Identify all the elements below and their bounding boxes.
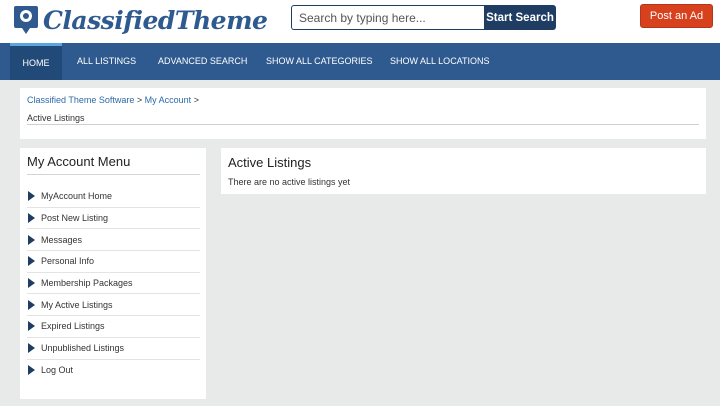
nav-item-advanced-search[interactable]: Advanced Search	[158, 43, 247, 80]
sidebar-item-personal-info[interactable]: Personal Info	[27, 251, 200, 273]
page-title: Active Listings	[228, 155, 312, 170]
sidebar-item-label: Unpublished Listings	[41, 343, 125, 354]
account-menu-sidebar: My Account Menu MyAccount Home Post New …	[20, 148, 206, 399]
triangle-right-icon	[28, 213, 35, 224]
nav-item-show-all-locations[interactable]: Show All Locations	[390, 43, 490, 80]
sidebar-item-label: Expired Listings	[41, 321, 105, 332]
breadcrumb: Classified Theme Software > My Account >…	[20, 88, 706, 139]
sidebar-item-label: Post New Listing	[41, 213, 109, 224]
sidebar-item-unpublished-listings[interactable]: Unpublished Listings	[27, 338, 200, 360]
sidebar-item-log-out[interactable]: Log Out	[27, 360, 200, 382]
triangle-right-icon	[28, 299, 35, 310]
sidebar-item-expired-listings[interactable]: Expired Listings	[27, 316, 200, 338]
sidebar-item-label: MyAccount Home	[41, 191, 113, 202]
breadcrumb-current: Active Listings	[27, 113, 85, 123]
breadcrumb-separator: >	[191, 95, 199, 105]
sidebar-item-label: My Active Listings	[41, 299, 113, 310]
breadcrumb-trail: Classified Theme Software > My Account >	[27, 95, 199, 105]
search-input[interactable]	[291, 5, 484, 30]
divider	[27, 124, 699, 125]
account-menu-list: MyAccount Home Post New Listing Messages…	[27, 186, 200, 381]
triangle-right-icon	[28, 343, 35, 354]
divider	[27, 174, 200, 175]
map-pin-icon	[12, 5, 40, 35]
site-logo[interactable]: ClassifiedTheme	[12, 4, 268, 36]
sidebar-item-membership-packages[interactable]: Membership Packages	[27, 273, 200, 295]
sidebar-item-label: Log Out	[41, 365, 74, 376]
breadcrumb-link-my-account[interactable]: My Account	[145, 95, 192, 105]
breadcrumb-link-home[interactable]: Classified Theme Software	[27, 95, 134, 105]
active-listings-panel: Active Listings There are no active list…	[221, 148, 706, 194]
triangle-right-icon	[28, 321, 35, 332]
sidebar-item-messages[interactable]: Messages	[27, 229, 200, 252]
sidebar-title: My Account Menu	[27, 154, 131, 169]
site-header: ClassifiedTheme Start Search Post an Ad	[0, 0, 720, 43]
logo-text: ClassifiedTheme	[43, 5, 268, 35]
sidebar-item-my-active-listings[interactable]: My Active Listings	[27, 294, 200, 317]
sidebar-item-label: Membership Packages	[41, 278, 133, 289]
triangle-right-icon	[28, 256, 35, 267]
post-an-ad-button[interactable]: Post an Ad	[640, 4, 713, 28]
nav-item-all-listings[interactable]: All Listings	[77, 43, 136, 80]
breadcrumb-separator: >	[134, 95, 145, 105]
main-nav: Home All Listings Advanced Search Show A…	[0, 43, 720, 80]
empty-state-message: There are no active listings yet	[228, 177, 351, 187]
nav-item-home[interactable]: Home	[10, 43, 62, 80]
nav-item-show-all-categories[interactable]: Show All Categories	[266, 43, 373, 80]
triangle-right-icon	[28, 234, 35, 245]
triangle-right-icon	[28, 191, 35, 202]
start-search-button[interactable]: Start Search	[484, 5, 556, 30]
sidebar-item-label: Messages	[41, 234, 83, 245]
triangle-right-icon	[28, 278, 35, 289]
sidebar-item-myaccount-home[interactable]: MyAccount Home	[27, 186, 200, 208]
triangle-right-icon	[28, 365, 35, 376]
sidebar-item-post-new-listing[interactable]: Post New Listing	[27, 208, 200, 230]
sidebar-item-label: Personal Info	[41, 256, 95, 267]
